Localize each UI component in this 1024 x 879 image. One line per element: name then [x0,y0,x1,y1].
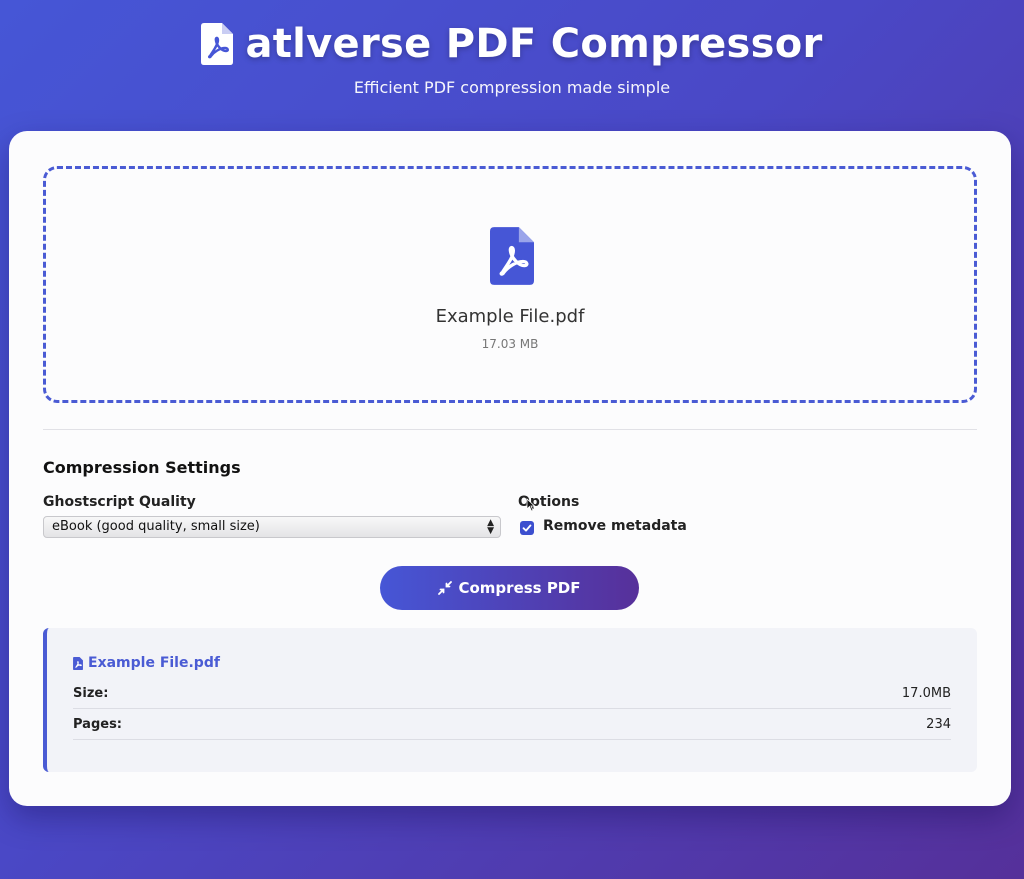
file-info-name: Example File.pdf [88,655,220,671]
info-value: 17.0MB [901,686,951,701]
select-arrows-icon: ▲ ▼ [487,518,494,536]
pdf-file-icon [73,656,83,670]
mouse-cursor-icon [526,498,536,512]
quality-select-value: eBook (good quality, small size) [52,519,260,534]
file-info-title: Example File.pdf [73,655,220,671]
quality-select[interactable]: eBook (good quality, small size) ▲ ▼ [43,516,501,538]
app-title-text: atlverse PDF Compressor [245,21,823,67]
file-dropzone[interactable]: Example File.pdf 17.03 MB [43,166,977,403]
compress-icon [438,581,453,595]
info-value: 234 [926,717,951,732]
pdf-file-icon [201,23,234,65]
selected-file-name: Example File.pdf [435,306,585,327]
info-row-size: Size: 17.0MB [73,678,951,709]
selected-file-size: 17.03 MB [481,337,539,351]
info-key: Pages: [73,717,123,732]
quality-label: Ghostscript Quality [43,494,196,510]
info-row-pages: Pages: 234 [73,709,951,740]
compress-button-label: Compress PDF [458,579,581,597]
remove-metadata-label[interactable]: Remove metadata [543,518,687,534]
check-icon [522,524,532,532]
page-header: atlverse PDF Compressor Efficient PDF co… [0,18,1024,97]
app-subtitle: Efficient PDF compression made simple [353,78,671,97]
section-divider [43,429,977,430]
pdf-file-icon [490,227,534,285]
file-info-panel: Example File.pdf Size: 17.0MB Pages: 234 [43,628,977,772]
remove-metadata-checkbox[interactable] [520,521,534,535]
compress-button[interactable]: Compress PDF [380,566,639,610]
info-key: Size: [73,686,109,701]
settings-heading: Compression Settings [43,458,241,477]
app-title: atlverse PDF Compressor [0,18,1024,70]
main-card: Example File.pdf 17.03 MB Compression Se… [9,131,1011,806]
